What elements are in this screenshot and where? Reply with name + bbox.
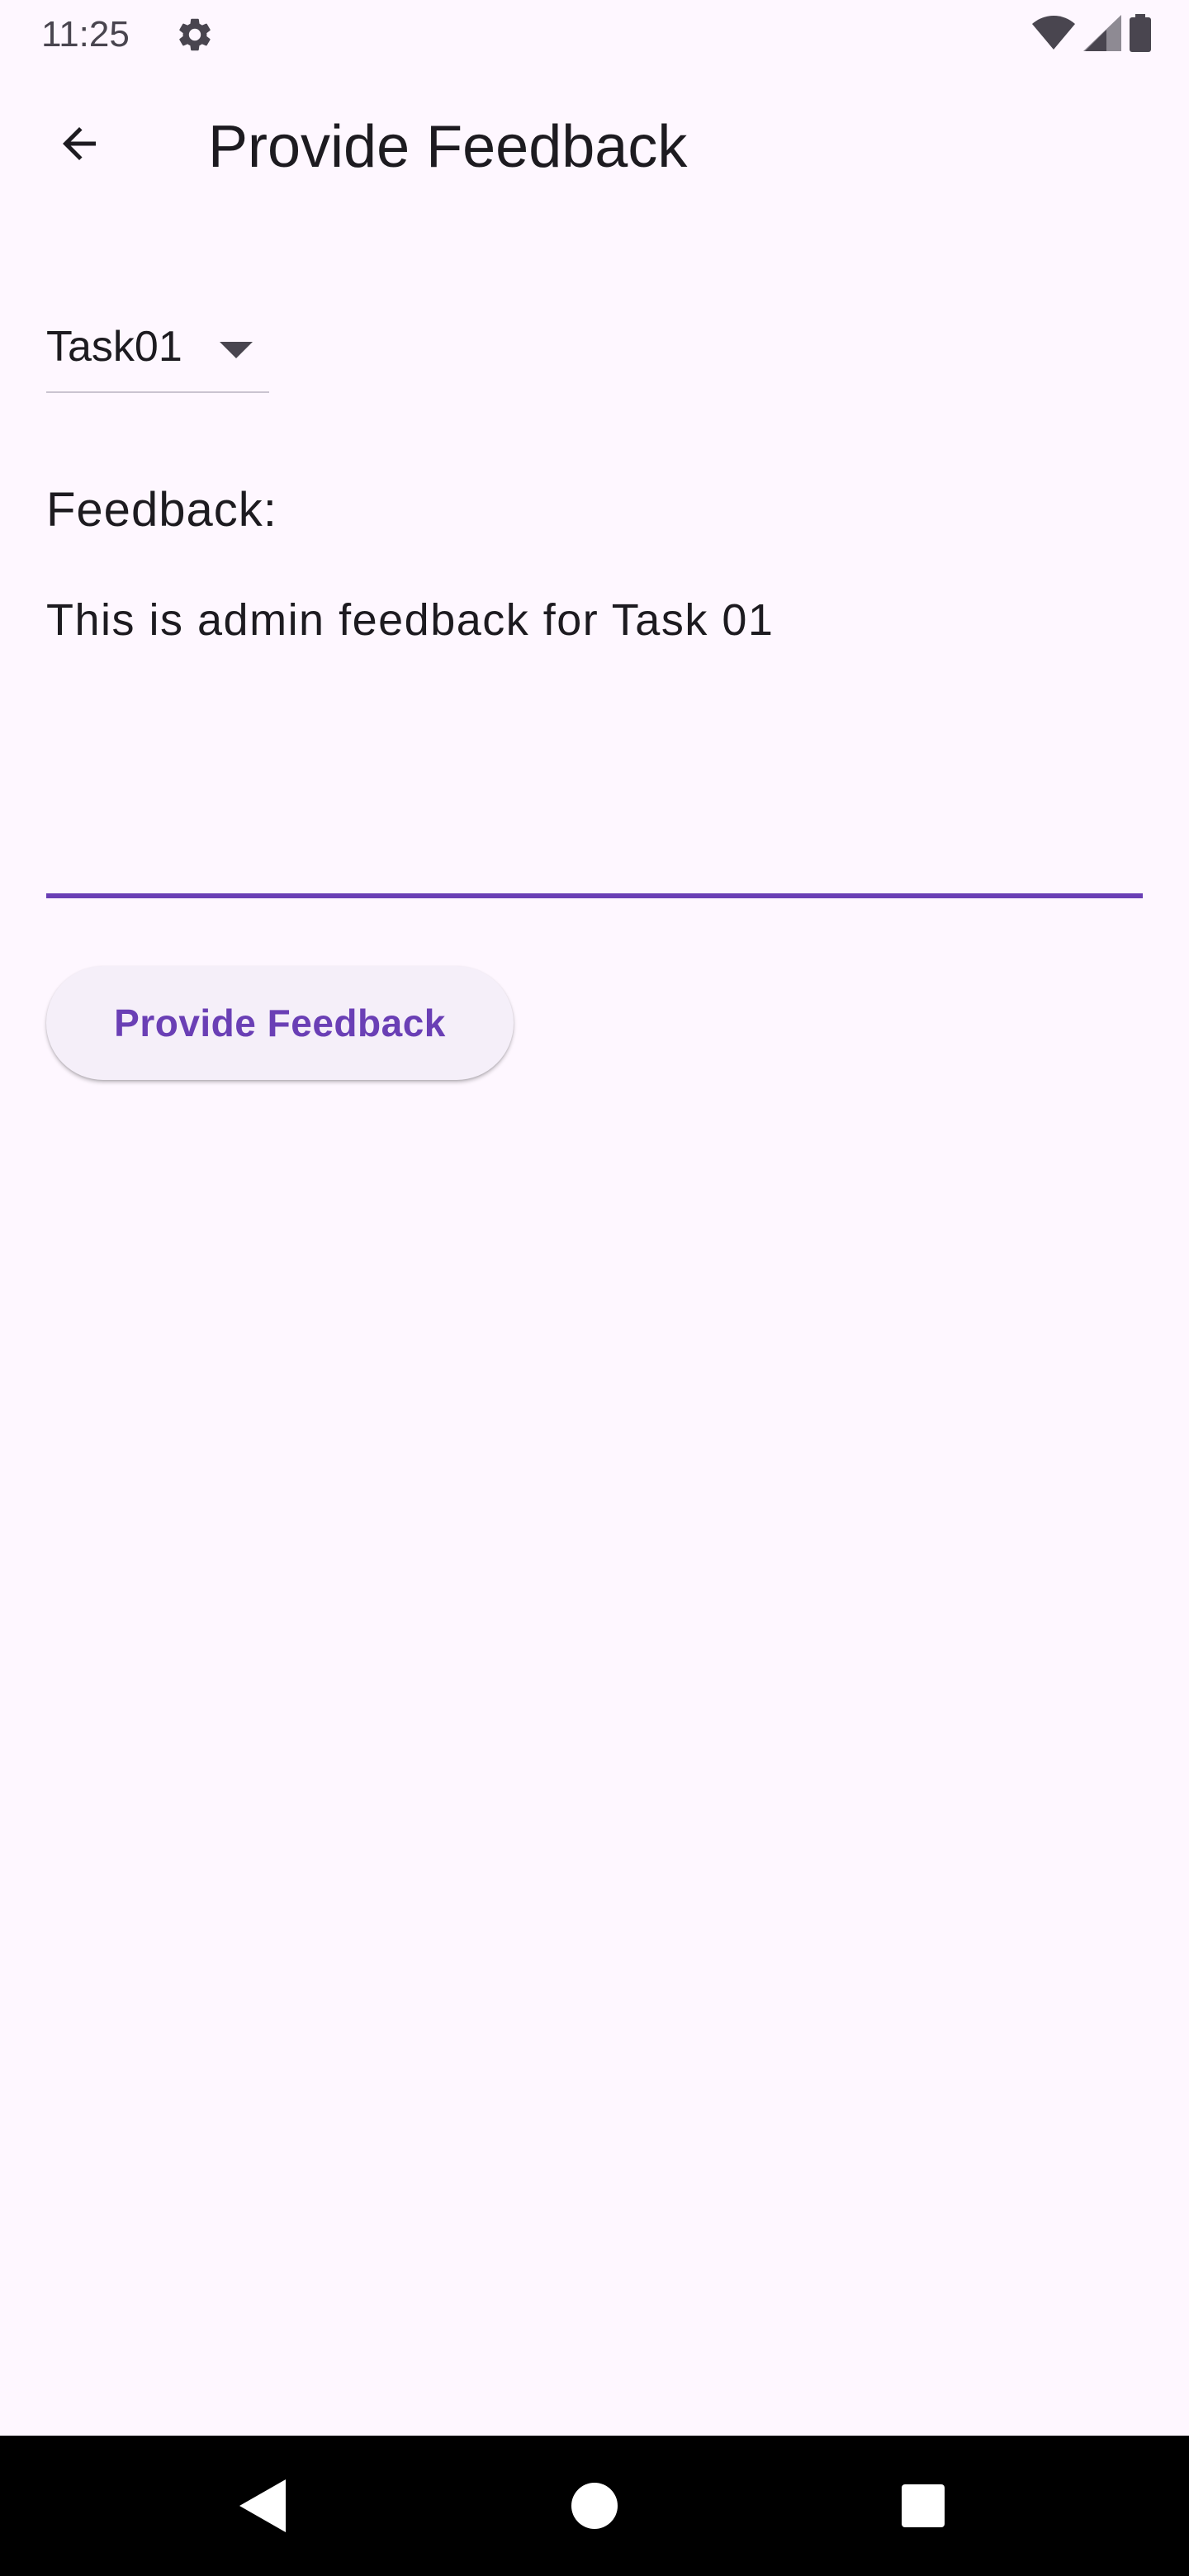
app-bar: Provide Feedback xyxy=(0,69,1189,228)
page-title: Provide Feedback xyxy=(208,114,688,180)
nav-recents-button[interactable] xyxy=(857,2436,989,2576)
nav-back-button[interactable] xyxy=(197,2436,329,2576)
dropdown-arrow-icon xyxy=(216,337,256,363)
back-button[interactable] xyxy=(40,104,119,183)
status-bar: 11:25 xyxy=(0,0,1189,69)
wifi-icon xyxy=(1032,15,1075,55)
task-dropdown[interactable]: Task01 xyxy=(46,304,269,393)
home-circle-icon xyxy=(571,2483,618,2529)
back-triangle-icon xyxy=(239,2479,286,2532)
status-time: 11:25 xyxy=(41,14,130,54)
recents-square-icon xyxy=(902,2484,945,2527)
gear-icon xyxy=(175,15,215,54)
nav-home-button[interactable] xyxy=(528,2436,661,2576)
battery-icon xyxy=(1130,13,1151,56)
screen: 11:25 Provide Feedback Task01 Feedback: … xyxy=(0,0,1189,2576)
feedback-label: Feedback: xyxy=(46,483,277,537)
task-dropdown-value: Task01 xyxy=(46,323,182,371)
status-icons xyxy=(1032,13,1151,56)
provide-feedback-button[interactable]: Provide Feedback xyxy=(46,966,514,1080)
feedback-textarea[interactable]: This is admin feedback for Task 01 xyxy=(46,570,1143,898)
feedback-text-value: This is admin feedback for Task 01 xyxy=(46,595,775,645)
arrow-back-icon xyxy=(63,127,96,160)
provide-feedback-button-label: Provide Feedback xyxy=(114,1002,446,1044)
system-nav-bar xyxy=(0,2436,1189,2576)
cell-signal-icon xyxy=(1083,14,1121,55)
